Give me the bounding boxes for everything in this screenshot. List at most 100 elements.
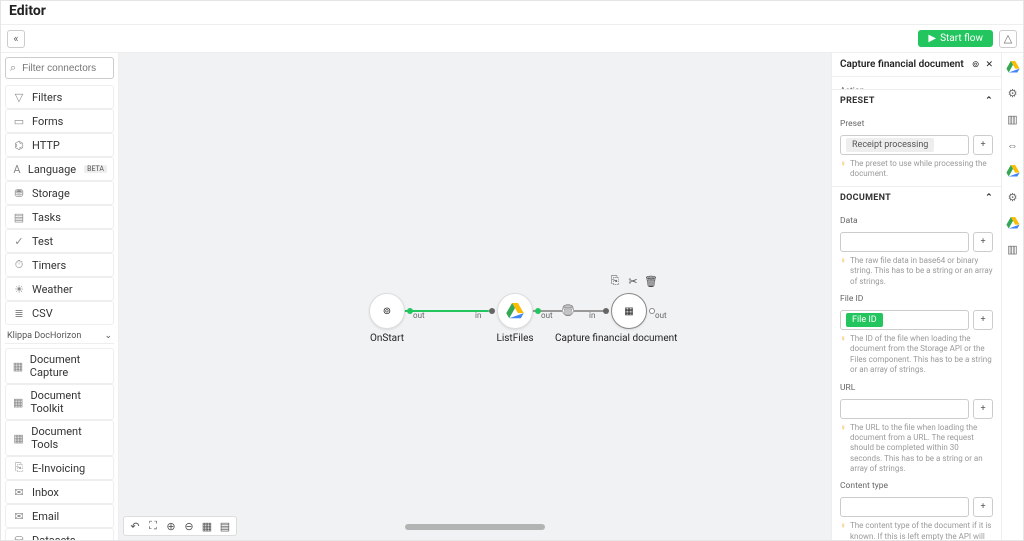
node-label: Capture financial document <box>555 333 653 344</box>
search-input-wrap[interactable]: ⌕ <box>5 57 114 79</box>
field-input[interactable] <box>840 399 969 419</box>
sidebar-item-label: Document Capture <box>30 353 107 379</box>
doc-icon: ▦ <box>12 359 24 373</box>
gdrive-icon[interactable] <box>1005 215 1021 231</box>
edge-delete-icon[interactable]: 🗑 <box>562 304 574 316</box>
sidebar-item-forms[interactable]: ▭Forms <box>5 109 114 133</box>
add-button[interactable]: + <box>973 497 993 517</box>
gear-icon[interactable]: ⚙ <box>1005 189 1021 205</box>
search-icon: ⌕ <box>10 61 16 75</box>
sidebar-item-language[interactable]: ALanguageBETA <box>5 157 114 181</box>
beta-badge: BETA <box>84 165 107 173</box>
add-button[interactable]: + <box>973 135 993 155</box>
sidebar-item-storage[interactable]: ⛃Storage <box>5 181 114 205</box>
section-preset[interactable]: PRESET⌃ <box>832 89 1001 110</box>
bulb-icon: ♀ <box>840 423 846 475</box>
gdrive-icon[interactable] <box>1005 163 1021 179</box>
sidebar-item-label: Datasets <box>32 534 76 541</box>
gdrive-icon <box>506 303 524 319</box>
sidebar-item-inbox[interactable]: ✉Inbox <box>5 480 114 504</box>
alert-button[interactable]: △ <box>999 30 1017 48</box>
field-label-url: URL <box>840 383 993 393</box>
field-input[interactable]: Receipt processing <box>840 135 969 155</box>
flow-canvas[interactable]: 🗑 ⊚ out OnStart in out ListF <box>119 53 831 540</box>
field-label-file-id: File ID <box>840 294 993 304</box>
inv-icon: ⎘ <box>12 461 26 475</box>
grid-icon[interactable]: ▦ <box>200 519 214 533</box>
gear-icon[interactable]: ⚙ <box>1005 85 1021 101</box>
sidebar-item-label: Document Tools <box>31 425 107 451</box>
weather-icon: ☀ <box>12 282 26 296</box>
sidebar-group-header[interactable]: Klippa DocHorizon ⌄ <box>5 327 114 344</box>
field-input[interactable] <box>840 232 969 252</box>
chevron-up-icon: ⌃ <box>985 96 993 106</box>
stack-icon[interactable]: ▥ <box>1005 111 1021 127</box>
field-input[interactable]: File ID <box>840 310 969 330</box>
port-out-label: out <box>413 311 425 320</box>
port-out-label: out <box>541 311 553 320</box>
close-icon[interactable]: ✕ <box>985 60 993 70</box>
node-listfiles[interactable]: in out ListFiles <box>491 293 539 344</box>
mail-icon: ✉ <box>12 509 26 523</box>
bulb-icon: ♀ <box>840 334 846 376</box>
cut-icon[interactable]: ✂ <box>627 275 639 287</box>
add-button[interactable]: + <box>973 399 993 419</box>
sidebar-item-test[interactable]: ✓Test <box>5 229 114 253</box>
field-hint: The URL to the file when loading the doc… <box>850 423 993 475</box>
undo-icon[interactable]: ↶ <box>128 519 142 533</box>
add-button[interactable]: + <box>973 232 993 252</box>
sidebar-item-tasks[interactable]: ▤Tasks <box>5 205 114 229</box>
lang-icon: A <box>12 162 22 176</box>
sidebar-item-email[interactable]: ✉Email <box>5 504 114 528</box>
node-label: OnStart <box>363 333 411 344</box>
stack-icon[interactable]: ▥ <box>1005 241 1021 257</box>
csv-icon: ≣ <box>12 306 26 320</box>
node-onstart[interactable]: ⊚ out OnStart <box>363 293 411 344</box>
sidebar-item-filters[interactable]: ▽Filters <box>5 85 114 109</box>
node-capture[interactable]: ▦ in out Capture financial document <box>605 293 653 344</box>
copy-icon[interactable]: ⎘ <box>609 275 621 287</box>
inbox-icon: ✉ <box>12 485 26 499</box>
chevron-down-icon: ⌄ <box>104 331 112 341</box>
sidebar-item-document-tools[interactable]: ▦ Document Tools <box>5 420 114 456</box>
layers-icon[interactable]: ▤ <box>218 519 232 533</box>
share-icon[interactable]: ⇔ <box>1005 137 1021 153</box>
doc-icon: ▦ <box>12 431 25 445</box>
field-label-content-type: Content type <box>840 481 993 491</box>
sidebar: ⌕ ▽Filters▭Forms⌬HTTPALanguageBETA⛃Stora… <box>1 53 119 540</box>
sidebar-item-http[interactable]: ⌬HTTP <box>5 133 114 157</box>
field-hint: The preset to use while processing the d… <box>850 159 993 180</box>
section-document[interactable]: DOCUMENT⌃ <box>832 186 1001 207</box>
horizontal-scrollbar[interactable] <box>405 524 545 530</box>
zoom-in-icon[interactable]: ⊕ <box>164 519 178 533</box>
sidebar-item-datasets[interactable]: ⛁Datasets <box>5 528 114 540</box>
port-in[interactable] <box>603 308 609 314</box>
sidebar-item-weather[interactable]: ☀Weather <box>5 277 114 301</box>
port-in[interactable] <box>489 308 495 314</box>
sidebar-item-csv[interactable]: ≣ CSV <box>5 301 114 325</box>
zoom-out-icon[interactable]: ⊖ <box>182 519 196 533</box>
properties-panel: Capture financial document ⊚ ✕ Action Ca… <box>831 53 1001 540</box>
bulb-icon: ♀ <box>840 159 846 180</box>
chip: File ID <box>846 313 883 327</box>
fit-icon[interactable]: ⛶ <box>146 519 160 533</box>
sidebar-item-document-capture[interactable]: ▦ Document Capture <box>5 348 114 384</box>
search-input[interactable] <box>20 62 109 75</box>
port-out-label: out <box>655 311 667 320</box>
field-input[interactable] <box>840 497 969 517</box>
sidebar-item-label: CSV <box>32 307 53 320</box>
settings-icon[interactable]: ⊚ <box>972 60 980 70</box>
delete-icon[interactable]: 🗑 <box>645 275 657 287</box>
sidebar-toggle-button[interactable]: « <box>7 30 25 48</box>
sidebar-item-label: Tasks <box>32 211 61 224</box>
gdrive-icon[interactable] <box>1005 59 1021 75</box>
start-flow-button[interactable]: ▶ Start flow <box>918 30 993 47</box>
sidebar-item-timers[interactable]: ⏱Timers <box>5 253 114 277</box>
doc-icon: ▦ <box>12 395 24 409</box>
start-flow-label: Start flow <box>940 33 983 44</box>
sidebar-item-e-invoicing[interactable]: ⎘E-Invoicing <box>5 456 114 480</box>
storage-icon: ⛃ <box>12 186 26 200</box>
sidebar-item-document-toolkit[interactable]: ▦Document Toolkit <box>5 384 114 420</box>
add-button[interactable]: + <box>973 310 993 330</box>
field-hint: The ID of the file when loading the docu… <box>850 334 993 376</box>
